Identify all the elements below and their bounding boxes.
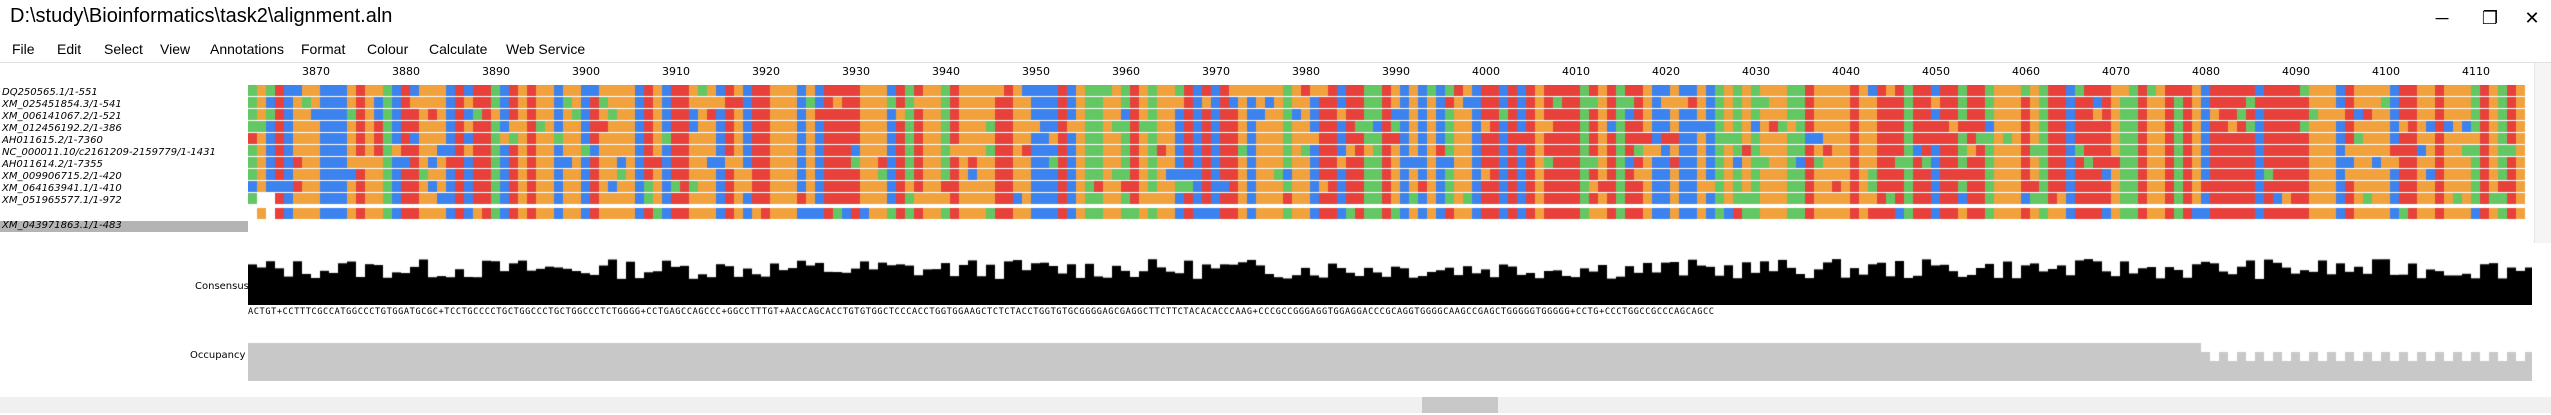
ruler-label: 4100 — [2372, 65, 2400, 78]
ruler-label: 3930 — [842, 65, 870, 78]
ruler-label: 3920 — [752, 65, 780, 78]
ruler-label: 3970 — [1202, 65, 1230, 78]
horizontal-scroll-thumb[interactable] — [1422, 397, 1498, 413]
sequence-id-selected[interactable]: XM_043971863.1/1-483 — [2, 220, 122, 231]
ruler-label: 3980 — [1292, 65, 1320, 78]
ruler-label: 3910 — [662, 65, 690, 78]
ruler-label: 4030 — [1742, 65, 1770, 78]
sequence-id[interactable]: AH011615.2/1-7360 — [2, 135, 103, 146]
ruler-label: 4090 — [2282, 65, 2310, 78]
menu-file[interactable]: File — [12, 41, 35, 57]
minimize-button[interactable]: ─ — [2420, 4, 2464, 32]
alignment-grid[interactable] — [248, 85, 2532, 223]
menu-select[interactable]: Select — [104, 41, 143, 57]
ruler-label: 4060 — [2012, 65, 2040, 78]
sequence-id[interactable]: XM_009906715.2/1-420 — [2, 171, 122, 182]
consensus-histogram — [248, 255, 2532, 305]
ruler-label: 3890 — [482, 65, 510, 78]
occupancy-histogram — [248, 337, 2532, 381]
ruler-label: 3900 — [572, 65, 600, 78]
menu-web-service[interactable]: Web Service — [506, 41, 585, 57]
sequence-id[interactable]: XM_025451854.3/1-541 — [2, 99, 122, 110]
consensus-label: Consensus — [195, 281, 249, 292]
horizontal-scrollbar[interactable] — [0, 397, 2551, 413]
ruler-label: 3940 — [932, 65, 960, 78]
ruler-label: 4080 — [2192, 65, 2220, 78]
ruler-label: 3880 — [392, 65, 420, 78]
menu-format[interactable]: Format — [301, 41, 345, 57]
consensus-sequence: ACTGT+CCTTTCGCCATGGCCCTGTGGATGCGC+TCCTGC… — [248, 307, 1715, 317]
vertical-scrollbar[interactable] — [2534, 63, 2551, 243]
restore-button[interactable]: ❐ — [2468, 4, 2512, 32]
sequence-id[interactable]: XM_006141067.2/1-521 — [2, 111, 122, 122]
ruler-label: 3990 — [1382, 65, 1410, 78]
sequence-id[interactable]: XM_051965577.1/1-972 — [2, 195, 122, 206]
sequence-id[interactable]: AH011614.2/1-7355 — [2, 159, 103, 170]
menu-calculate[interactable]: Calculate — [429, 41, 487, 57]
ruler-label: 4050 — [1922, 65, 1950, 78]
close-button[interactable]: ✕ — [2510, 4, 2551, 32]
menu-colour[interactable]: Colour — [367, 41, 408, 57]
sequence-id[interactable]: XM_064163941.1/1-410 — [2, 183, 122, 194]
ruler-label: 4020 — [1652, 65, 1680, 78]
ruler-label: 3950 — [1022, 65, 1050, 78]
sequence-id[interactable]: XM_012456192.2/1-386 — [2, 123, 122, 134]
ruler-label: 3960 — [1112, 65, 1140, 78]
window-title: D:\study\Bioinformatics\task2\alignment.… — [10, 5, 393, 27]
sequence-id[interactable]: NC_000011.10/c2161209-2159779/1-1431 — [2, 147, 216, 158]
ruler-label: 4070 — [2102, 65, 2130, 78]
ruler-label: 4010 — [1562, 65, 1590, 78]
menu-annotations[interactable]: Annotations — [210, 41, 284, 57]
ruler-label: 4000 — [1472, 65, 1500, 78]
menu-edit[interactable]: Edit — [57, 41, 81, 57]
title-bar: D:\study\Bioinformatics\task2\alignment.… — [0, 0, 2551, 36]
sequence-id[interactable]: DQ250565.1/1-551 — [2, 87, 98, 98]
ruler-label: 3870 — [302, 65, 330, 78]
ruler-label: 4110 — [2462, 65, 2490, 78]
alignment-panel: 3870 3880 3890 3900 3910 3920 3930 3940 … — [0, 62, 2551, 415]
ruler-label: 4040 — [1832, 65, 1860, 78]
menu-view[interactable]: View — [160, 41, 190, 57]
occupancy-label: Occupancy — [190, 350, 246, 361]
menu-bar: File Edit Select View Annotations Format… — [0, 36, 2551, 62]
